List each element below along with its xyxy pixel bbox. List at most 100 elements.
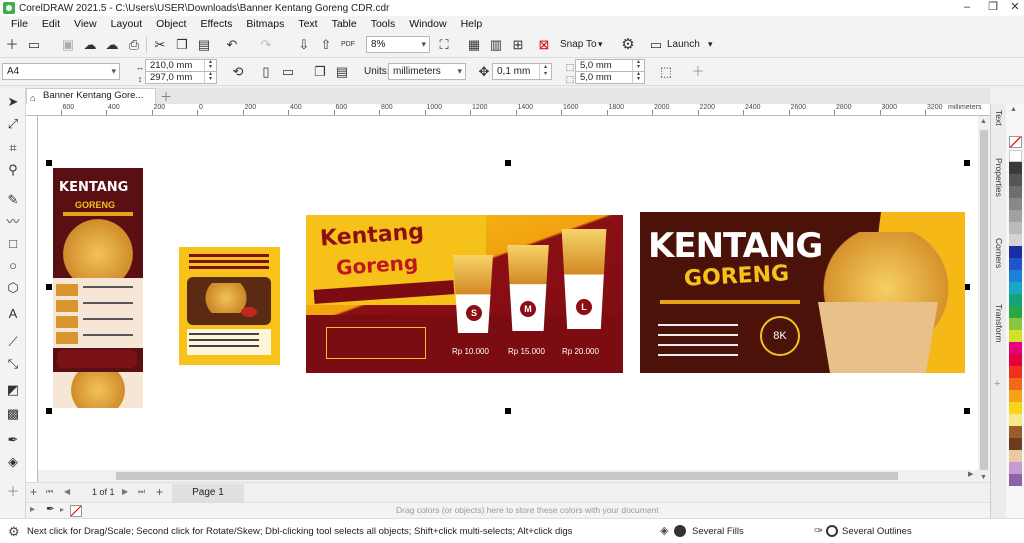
launch-chevron-icon[interactable]: ▾ — [708, 37, 713, 51]
palette-swatch[interactable] — [1009, 174, 1022, 186]
horizontal-ruler[interactable]: 600 400 200 0 200 400 600 800 1000 1200 1400 1600 18… — [26, 104, 990, 116]
new-document-icon[interactable]: ＋ — [4, 37, 20, 53]
undo-icon[interactable]: ↶ — [224, 37, 240, 53]
menu-tools[interactable]: Tools — [364, 16, 403, 32]
parallel-dimension-icon[interactable]: ⟋ — [5, 334, 21, 350]
minimize-button[interactable]: – — [954, 0, 980, 16]
snap-to-chevron-icon[interactable]: ▾ — [598, 37, 603, 51]
freehand-tool-icon[interactable]: ✎ — [5, 192, 21, 208]
palette-swatch[interactable] — [1009, 342, 1022, 354]
palette-swatch[interactable] — [1009, 390, 1022, 402]
palette-swatch[interactable] — [1009, 366, 1022, 378]
palette-swatch[interactable] — [1009, 402, 1022, 414]
palette-swatch[interactable] — [1009, 438, 1022, 450]
landscape-icon[interactable]: ▭ — [280, 64, 296, 80]
eyedropper-small-icon[interactable]: ✒ — [46, 504, 54, 515]
launch-icon[interactable]: ▭ — [648, 37, 664, 53]
all-pages-layout-icon[interactable]: ❐ — [312, 64, 328, 80]
palette-scroll-icon[interactable]: ▸ — [60, 505, 64, 514]
vertical-scrollbar[interactable]: ▲ ▼ — [978, 116, 990, 486]
no-color-swatch[interactable] — [70, 505, 82, 517]
polygon-tool-icon[interactable]: ⬡ — [5, 280, 21, 296]
menu-help[interactable]: Help — [454, 16, 490, 32]
fullscreen-preview-icon[interactable]: ▦ — [466, 37, 482, 53]
palette-swatch[interactable] — [1009, 162, 1022, 174]
options-gear-icon[interactable]: ⚙ — [620, 37, 636, 53]
palette-swatch[interactable] — [1009, 294, 1022, 306]
menu-effects[interactable]: Effects — [193, 16, 239, 32]
brown-banner-artwork[interactable]: KENTANG GORENG 8K — [640, 212, 965, 373]
palette-up-icon[interactable]: ▲ — [1010, 106, 1017, 113]
no-fill-swatch[interactable] — [1009, 136, 1022, 148]
palette-swatch[interactable] — [1009, 210, 1022, 222]
first-page-icon[interactable]: ⏮ — [46, 487, 53, 497]
palette-swatch[interactable] — [1009, 150, 1022, 162]
interactive-fill-icon[interactable]: ◈ — [5, 454, 21, 470]
all-pages-icon[interactable]: ⟲ — [230, 64, 246, 80]
shape-tool-icon[interactable]: ⤢ — [5, 116, 21, 132]
palette-swatch[interactable] — [1009, 414, 1022, 426]
show-grid-icon[interactable]: ⊞ — [510, 37, 526, 53]
drawing-canvas[interactable]: KENTANG GORENG Kentang Goreng S M L Rp 1… — [38, 116, 978, 470]
selection-handle[interactable] — [505, 408, 511, 414]
save-icon[interactable]: ▣ — [60, 37, 76, 53]
palette-swatch[interactable] — [1009, 462, 1022, 474]
fill-swatch[interactable] — [674, 525, 686, 537]
add-page-after-icon[interactable]: + — [156, 485, 163, 499]
landscape-banner-artwork[interactable]: Kentang Goreng S M L Rp 10.000 Rp 15.000… — [306, 215, 623, 373]
docker-tab-properties[interactable]: Properties — [992, 158, 1006, 197]
palette-swatch[interactable] — [1009, 318, 1022, 330]
eyedropper-icon[interactable]: ✒ — [5, 432, 21, 448]
pick-tool-icon[interactable]: ➤ — [5, 94, 21, 110]
vertical-banner-artwork[interactable]: KENTANG GORENG — [53, 168, 143, 408]
redo-icon[interactable]: ↷ — [258, 37, 274, 53]
page-tab[interactable]: Page 1 — [172, 484, 244, 502]
palette-swatch[interactable] — [1009, 270, 1022, 282]
palette-swatch[interactable] — [1009, 450, 1022, 462]
palette-swatch[interactable] — [1009, 474, 1022, 486]
menu-layout[interactable]: Layout — [104, 16, 150, 32]
selection-handle[interactable] — [46, 160, 52, 166]
zoom-level-select[interactable]: 8% — [366, 36, 430, 53]
palette-swatch[interactable] — [1009, 234, 1022, 246]
palette-swatch[interactable] — [1009, 246, 1022, 258]
new-tab-icon[interactable]: ＋ — [160, 88, 172, 105]
docker-tab-text[interactable]: Text — [992, 110, 1006, 126]
artistic-media-icon[interactable]: 〰 — [5, 214, 21, 230]
current-page-icon[interactable]: ▤ — [334, 64, 350, 80]
palette-swatch[interactable] — [1009, 186, 1022, 198]
open-folder-icon[interactable]: ▭ — [26, 37, 42, 53]
flyer-artwork[interactable] — [179, 247, 280, 365]
docker-tab-corners[interactable]: Corners — [992, 238, 1006, 268]
snap-off-icon[interactable]: ⊠ — [536, 37, 552, 53]
cloud-download-icon[interactable]: ☁ — [104, 37, 120, 53]
menu-text[interactable]: Text — [291, 16, 324, 32]
cloud-upload-icon[interactable]: ☁ — [82, 37, 98, 53]
selection-handle[interactable] — [505, 160, 511, 166]
duplicate-y-input[interactable]: 5,0 mm ▴ ▾ — [575, 71, 645, 84]
add-docker-icon[interactable]: + — [994, 378, 1000, 390]
vertical-ruler[interactable] — [26, 116, 38, 486]
page-size-select[interactable]: A4 — [2, 63, 120, 80]
publish-pdf-icon[interactable]: PDF — [340, 37, 356, 53]
zoom-fit-icon[interactable]: ⛶ — [436, 37, 452, 53]
menu-file[interactable]: File — [4, 16, 35, 32]
cut-icon[interactable]: ✂ — [152, 37, 168, 53]
palette-swatch[interactable] — [1009, 306, 1022, 318]
paste-icon[interactable]: ▤ — [196, 37, 212, 53]
docker-tab-transform[interactable]: Transform — [992, 304, 1006, 342]
snap-to-dropdown[interactable]: Snap To — [560, 38, 597, 52]
show-rulers-icon[interactable]: ▥ — [488, 37, 504, 53]
menu-window[interactable]: Window — [402, 16, 453, 32]
drop-shadow-icon[interactable]: ◩ — [5, 382, 21, 398]
page-border-icon[interactable]: ⬚ — [658, 64, 674, 80]
crop-tool-icon[interactable]: ⌗ — [5, 140, 21, 156]
menu-bitmaps[interactable]: Bitmaps — [239, 16, 291, 32]
palette-swatch[interactable] — [1009, 198, 1022, 210]
page-height-input[interactable]: 297,0 mm ▴ ▾ — [145, 71, 217, 84]
prev-page-icon[interactable]: ◀ — [64, 487, 70, 496]
selection-handle[interactable] — [964, 408, 970, 414]
document-tab[interactable]: ⌂ Banner Kentang Gore... — [26, 88, 156, 104]
selection-handle[interactable] — [46, 408, 52, 414]
palette-menu-icon[interactable]: ▸ — [30, 504, 35, 515]
